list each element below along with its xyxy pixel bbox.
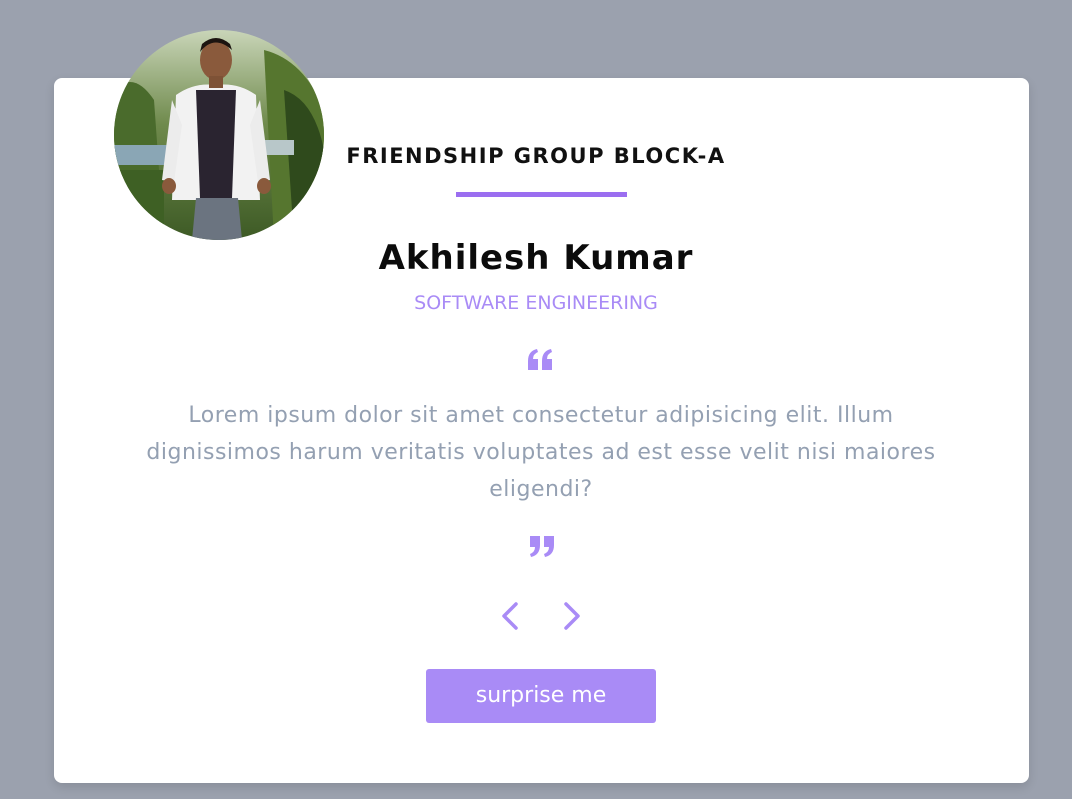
title-underline (456, 192, 627, 197)
job-title: SOFTWARE ENGINEERING (414, 292, 658, 314)
quote-right-icon (530, 536, 554, 557)
review-text: Lorem ipsum dolor sit amet consectetur a… (146, 403, 936, 502)
group-title: FRIENDSHIP GROUP BLOCK-A (346, 144, 726, 168)
person-name: Akhilesh Kumar (378, 238, 694, 278)
surprise-me-button[interactable]: surprise me (426, 669, 656, 723)
chevron-right-icon (564, 602, 580, 630)
quote-left-icon (528, 349, 552, 370)
next-button[interactable] (561, 601, 583, 631)
avatar (114, 30, 324, 240)
prev-button[interactable] (499, 601, 521, 631)
chevron-left-icon (502, 602, 518, 630)
